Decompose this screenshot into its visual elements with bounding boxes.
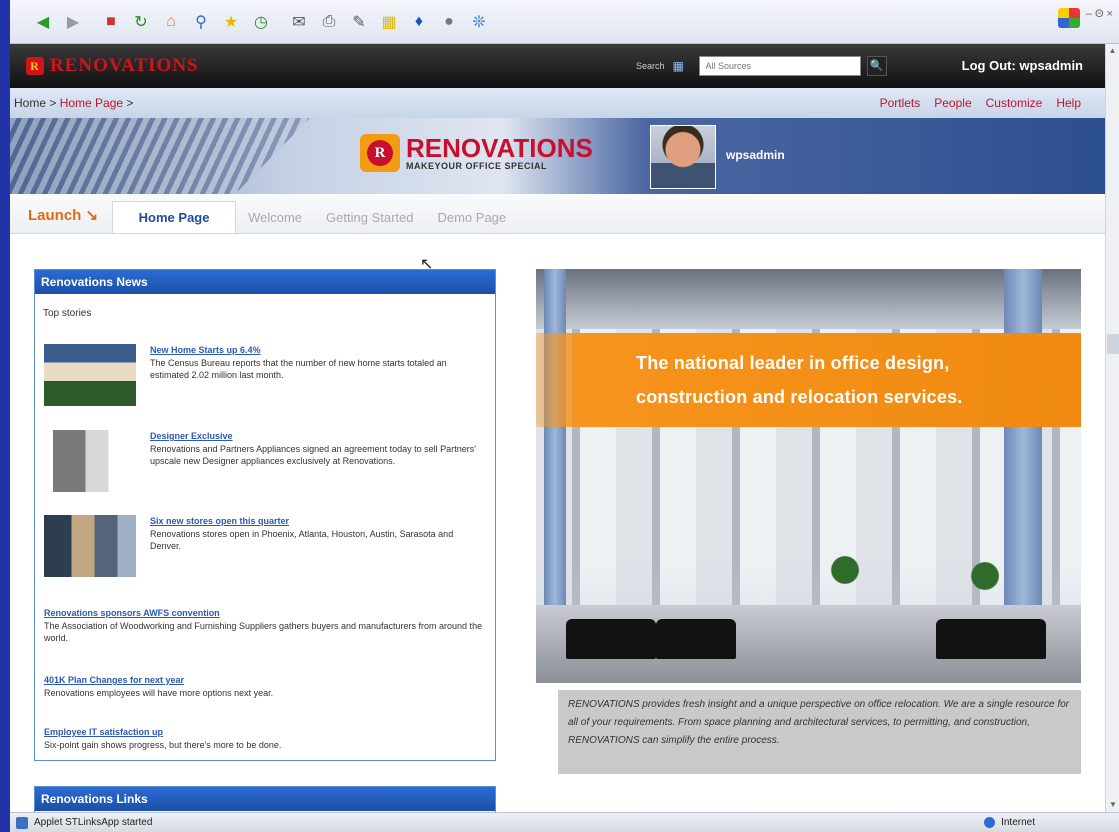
- portal-banner: R RENOVATIONS MAKEYOUR OFFICE SPECIAL wp…: [10, 118, 1105, 194]
- storefront-thumbnail-image[interactable]: [44, 515, 136, 577]
- breadcrumb-current[interactable]: Home Page: [60, 96, 123, 110]
- messenger-icon[interactable]: ●: [436, 9, 462, 35]
- browser-status-bar: Applet STLinksApp started Internet: [10, 812, 1119, 832]
- nav-link-help[interactable]: Help: [1056, 96, 1081, 110]
- scroll-thumb[interactable]: [1107, 334, 1119, 354]
- links-portlet: Renovations Links: [34, 786, 496, 812]
- hero-headline: The national leader in office design, co…: [536, 333, 1081, 427]
- banner-logo: R RENOVATIONS MAKEYOUR OFFICE SPECIAL: [360, 134, 593, 172]
- window-controls: – Θ ×: [1057, 8, 1113, 28]
- banner-logo-name: RENOVATIONS: [406, 133, 593, 163]
- internet-zone-icon: [984, 817, 996, 828]
- windows-logo-icon: [1057, 8, 1080, 28]
- appliances-thumbnail-image[interactable]: [44, 430, 136, 492]
- tab-welcome[interactable]: Welcome: [236, 201, 314, 233]
- scroll-down-icon[interactable]: ▼: [1106, 798, 1119, 812]
- news-story: New Home Starts up 6.4% The Census Burea…: [44, 344, 484, 406]
- mouse-cursor-icon: ↖: [420, 256, 434, 273]
- brand[interactable]: R RENOVATIONS: [26, 55, 199, 77]
- stop-icon[interactable]: ■: [98, 9, 124, 35]
- bluetooth-icon[interactable]: ♦: [406, 9, 432, 35]
- renovations-logo-icon: R: [360, 134, 400, 172]
- news-story-text: The Association of Woodworking and Furni…: [44, 621, 483, 643]
- nav-link-customize[interactable]: Customize: [986, 96, 1043, 110]
- launch-menu[interactable]: Launch ↘: [28, 206, 98, 224]
- hero-caption: RENOVATIONS provides fresh insight and a…: [558, 690, 1081, 774]
- news-story-link[interactable]: 401K Plan Changes for next year: [44, 674, 484, 686]
- scroll-up-icon[interactable]: ▲: [1106, 44, 1119, 58]
- refresh-icon[interactable]: ↻: [128, 9, 154, 35]
- tab-getting-started[interactable]: Getting Started: [314, 201, 425, 233]
- news-story-text: Six-point gain shows progress, but there…: [44, 740, 282, 750]
- folder-icon[interactable]: ▦: [376, 9, 402, 35]
- page-tabs: Launch ↘ Home Page Welcome Getting Start…: [10, 194, 1105, 234]
- links-portlet-title: Renovations Links: [35, 787, 495, 811]
- breadcrumb: Home > Home Page >: [14, 96, 133, 110]
- security-zone[interactable]: Internet: [984, 817, 1035, 828]
- brand-logo-icon: R: [26, 57, 44, 75]
- window-control-buttons[interactable]: – Θ ×: [1086, 8, 1113, 28]
- mail-icon[interactable]: ✉: [286, 9, 312, 35]
- search-input[interactable]: [698, 56, 861, 76]
- nav-link-portlets[interactable]: Portlets: [880, 96, 921, 110]
- tab-demo-page[interactable]: Demo Page: [425, 201, 518, 233]
- status-text: Applet STLinksApp started: [34, 817, 153, 828]
- vertical-scrollbar[interactable]: ▲ ▼: [1105, 44, 1119, 812]
- zone-text: Internet: [1001, 817, 1035, 828]
- search-area: Search ▦ 🔍: [636, 56, 887, 76]
- top-stories-label: Top stories: [43, 308, 92, 319]
- print-icon[interactable]: ⎙: [316, 9, 342, 35]
- breadcrumb-home[interactable]: Home: [14, 96, 46, 110]
- breadcrumb-trail: >: [123, 96, 134, 110]
- breadcrumb-separator: >: [46, 96, 60, 110]
- news-story-link[interactable]: Six new stores open this quarter: [150, 515, 484, 527]
- hero-image: The national leader in office design, co…: [536, 269, 1081, 683]
- history-icon[interactable]: ◷: [248, 9, 274, 35]
- back-icon[interactable]: ◀: [30, 9, 56, 35]
- breadcrumb-bar: Home > Home Page > Portlets People Custo…: [10, 88, 1105, 118]
- news-story: Six new stores open this quarter Renovat…: [44, 515, 484, 577]
- search-go-button[interactable]: 🔍: [866, 56, 887, 76]
- favorites-icon[interactable]: ★: [218, 9, 244, 35]
- hero-headline-line-1: The national leader in office design,: [636, 353, 950, 373]
- news-story-text: Renovations employees will have more opt…: [44, 688, 274, 698]
- portal-nav-links: Portlets People Customize Help: [880, 96, 1081, 110]
- hero-headline-line-2: construction and relocation services.: [636, 387, 963, 407]
- tab-home-page[interactable]: Home Page: [112, 201, 237, 233]
- browser-toolbar: ◀ ▶ ■ ↻ ⌂ ⚲ ★ ◷ ✉ ⎙ ✎ ▦ ♦ ● ❊ – Θ ×: [10, 0, 1119, 44]
- news-story-link[interactable]: Designer Exclusive: [150, 430, 484, 442]
- news-story-link[interactable]: Renovations sponsors AWFS convention: [44, 607, 484, 619]
- news-story: Designer Exclusive Renovations and Partn…: [44, 430, 484, 492]
- news-story: Employee IT satisfaction up Six-point ga…: [44, 726, 484, 751]
- extension-icon[interactable]: ❊: [466, 9, 492, 35]
- home-icon[interactable]: ⌂: [158, 9, 184, 35]
- logout-link[interactable]: Log Out: wpsadmin: [962, 58, 1083, 73]
- search-icon[interactable]: ⚲: [188, 9, 214, 35]
- news-story-link[interactable]: New Home Starts up 6.4%: [150, 344, 484, 356]
- forward-icon[interactable]: ▶: [60, 9, 86, 35]
- news-story: 401K Plan Changes for next year Renovati…: [44, 674, 484, 699]
- brand-name: RENOVATIONS: [50, 55, 199, 76]
- user-avatar: [650, 125, 716, 189]
- news-story: Renovations sponsors AWFS convention The…: [44, 607, 484, 644]
- page-status-icon: [16, 816, 28, 829]
- nav-link-people[interactable]: People: [934, 96, 971, 110]
- news-portlet: Renovations News Top stories New Home St…: [34, 269, 496, 761]
- edit-icon[interactable]: ✎: [346, 9, 372, 35]
- news-story-text: Renovations stores open in Phoenix, Atla…: [150, 529, 454, 551]
- search-label: Search: [636, 61, 665, 71]
- search-scope-icon[interactable]: ▦: [673, 59, 691, 73]
- news-story-text: The Census Bureau reports that the numbe…: [150, 358, 447, 380]
- news-story-text: Renovations and Partners Appliances sign…: [150, 444, 476, 466]
- banner-building-image: [10, 118, 310, 194]
- banner-user-name: wpsadmin: [726, 148, 785, 162]
- house-thumbnail-image[interactable]: [44, 344, 136, 406]
- news-story-link[interactable]: Employee IT satisfaction up: [44, 726, 484, 738]
- portal-header: R RENOVATIONS Search ▦ 🔍 Log Out: wpsadm…: [10, 44, 1105, 88]
- page-content: Renovations News Top stories New Home St…: [10, 234, 1105, 812]
